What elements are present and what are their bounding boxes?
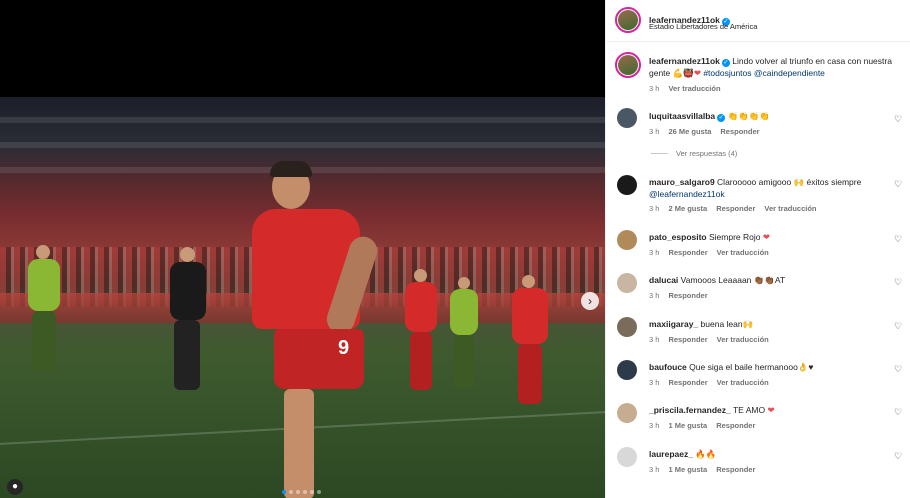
heart-emoji: ❤ [762, 232, 770, 242]
commenter-username[interactable]: dalucai [649, 275, 678, 285]
like-heart-icon[interactable]: ♡ [894, 364, 902, 375]
caption-emojis: 💪👹 [672, 68, 694, 78]
author-avatar[interactable] [615, 7, 641, 33]
caption-meta: 3 h Ver traducción [649, 84, 721, 93]
heart-emoji: ❤ [693, 68, 701, 78]
commenter-avatar[interactable] [617, 360, 637, 380]
carousel-dot [282, 490, 286, 494]
reply-button[interactable]: Responder [668, 248, 707, 257]
like-heart-icon[interactable]: ♡ [894, 234, 902, 245]
caption-username[interactable]: leafernandez11ok [649, 56, 720, 66]
comment-timestamp[interactable]: 3 h [649, 248, 659, 257]
see-translation-link[interactable]: Ver traducción [668, 84, 720, 93]
comment-text: 🔥🔥 [695, 449, 717, 459]
commenter-username[interactable]: _priscila.fernandez_ [649, 405, 731, 415]
see-translation-link[interactable]: Ver traducción [717, 378, 769, 387]
like-heart-icon[interactable]: ♡ [894, 114, 902, 125]
commenter-username[interactable]: luquitaasvillalba [649, 111, 715, 121]
caption-text-2: gente [649, 68, 673, 78]
commenter-username[interactable]: pato_esposito [649, 232, 707, 242]
verified-badge-icon: ✓ [721, 59, 730, 67]
commenter-username[interactable]: mauro_salgaro9 [649, 177, 715, 187]
caption-hashtag[interactable]: #todosjuntos [703, 68, 751, 78]
comment-text: TE AMO [732, 405, 766, 415]
view-replies-label[interactable]: Ver respuestas (4) [676, 149, 737, 158]
comment-mention[interactable]: @leafernandez11ok [649, 189, 725, 199]
like-heart-icon[interactable]: ♡ [894, 451, 902, 462]
comment-timestamp[interactable]: 3 h [649, 378, 659, 387]
commenter-avatar[interactable] [617, 317, 637, 337]
carousel-dot [317, 490, 321, 494]
commenter-username[interactable]: laurepaez_ [649, 449, 693, 459]
comment-text: Siempre Rojo [709, 232, 761, 242]
carousel-dot [303, 490, 307, 494]
comment-timestamp[interactable]: 3 h [649, 204, 659, 213]
post-header: leafernandez11ok ✓ Estadio Libertadores d… [606, 0, 910, 42]
commenter-avatar[interactable] [617, 403, 637, 423]
verified-badge-icon: ✓ [717, 114, 726, 122]
see-translation-link[interactable]: Ver traducción [717, 248, 769, 257]
commenter-username[interactable]: maxiigaray_ [649, 319, 698, 329]
see-translation-link[interactable]: Ver traducción [717, 335, 769, 344]
commenter-avatar[interactable] [617, 447, 637, 467]
commenter-username[interactable]: baufouce [649, 362, 687, 372]
reply-button[interactable]: Responder [716, 465, 755, 474]
see-translation-link[interactable]: Ver traducción [764, 204, 816, 213]
view-replies-button[interactable]: Ver respuestas (4) [651, 149, 737, 158]
comment-likes[interactable]: 1 Me gusta [668, 465, 707, 474]
comment-timestamp[interactable]: 3 h [649, 465, 659, 474]
heart-emoji: ❤ [767, 405, 775, 415]
commenter-avatar[interactable] [617, 175, 637, 195]
reply-button[interactable]: Responder [668, 335, 707, 344]
comment-text: Clarooooo amigooo 🙌 éxitos siempre [717, 177, 862, 187]
stadium-stand [0, 142, 605, 148]
post-media[interactable]: 9 › ● [0, 0, 605, 498]
post-location[interactable]: Estadio Libertadores de América [649, 22, 757, 31]
stadium-stand [0, 117, 605, 123]
reply-button[interactable]: Responder [716, 421, 755, 430]
comment-timestamp[interactable]: 3 h [649, 127, 659, 136]
like-heart-icon[interactable]: ♡ [894, 277, 902, 288]
carousel-dot [289, 490, 293, 494]
comments-panel: leafernandez11ok ✓ Estadio Libertadores d… [605, 0, 910, 498]
post-photo[interactable]: 9 [0, 97, 605, 498]
like-heart-icon[interactable]: ♡ [894, 407, 902, 418]
divider-line [651, 153, 668, 154]
reply-button[interactable]: Responder [668, 378, 707, 387]
comment-timestamp[interactable]: 3 h [649, 335, 659, 344]
caption-mention[interactable]: @caindependiente [754, 68, 825, 78]
like-heart-icon[interactable]: ♡ [894, 179, 902, 190]
shirt-number: 9 [338, 337, 350, 359]
commenter-avatar[interactable] [617, 273, 637, 293]
caption-avatar[interactable] [615, 52, 641, 78]
comment-likes[interactable]: 26 Me gusta [668, 127, 711, 136]
reply-button[interactable]: Responder [668, 291, 707, 300]
comment-timestamp[interactable]: 3 h [649, 421, 659, 430]
carousel-dot [296, 490, 300, 494]
carousel-dot [310, 490, 314, 494]
caption-text: Lindo volver al triunfo en casa con nues… [732, 56, 892, 66]
comment-text: 👏👏👏👏 [727, 111, 770, 121]
carousel-dots [282, 490, 321, 494]
reply-button[interactable]: Responder [720, 127, 759, 136]
comment-text: Que siga el baile hermanooo👌♥ [689, 362, 814, 372]
commenter-avatar[interactable] [617, 230, 637, 250]
reply-button[interactable]: Responder [716, 204, 755, 213]
commenter-avatar[interactable] [617, 108, 637, 128]
comment-text: buena lean🙌 [700, 319, 754, 329]
comment-timestamp[interactable]: 3 h [649, 291, 659, 300]
comment-likes[interactable]: 2 Me gusta [668, 204, 707, 213]
like-heart-icon[interactable]: ♡ [894, 321, 902, 332]
comment-text: Vamooos Leaaaan 👏🏾👏🏾AT [680, 275, 786, 285]
user-tag-icon[interactable]: ● [7, 479, 23, 495]
carousel-next-button[interactable]: › [581, 292, 599, 310]
comment-likes[interactable]: 1 Me gusta [668, 421, 707, 430]
caption-timestamp[interactable]: 3 h [649, 84, 659, 93]
